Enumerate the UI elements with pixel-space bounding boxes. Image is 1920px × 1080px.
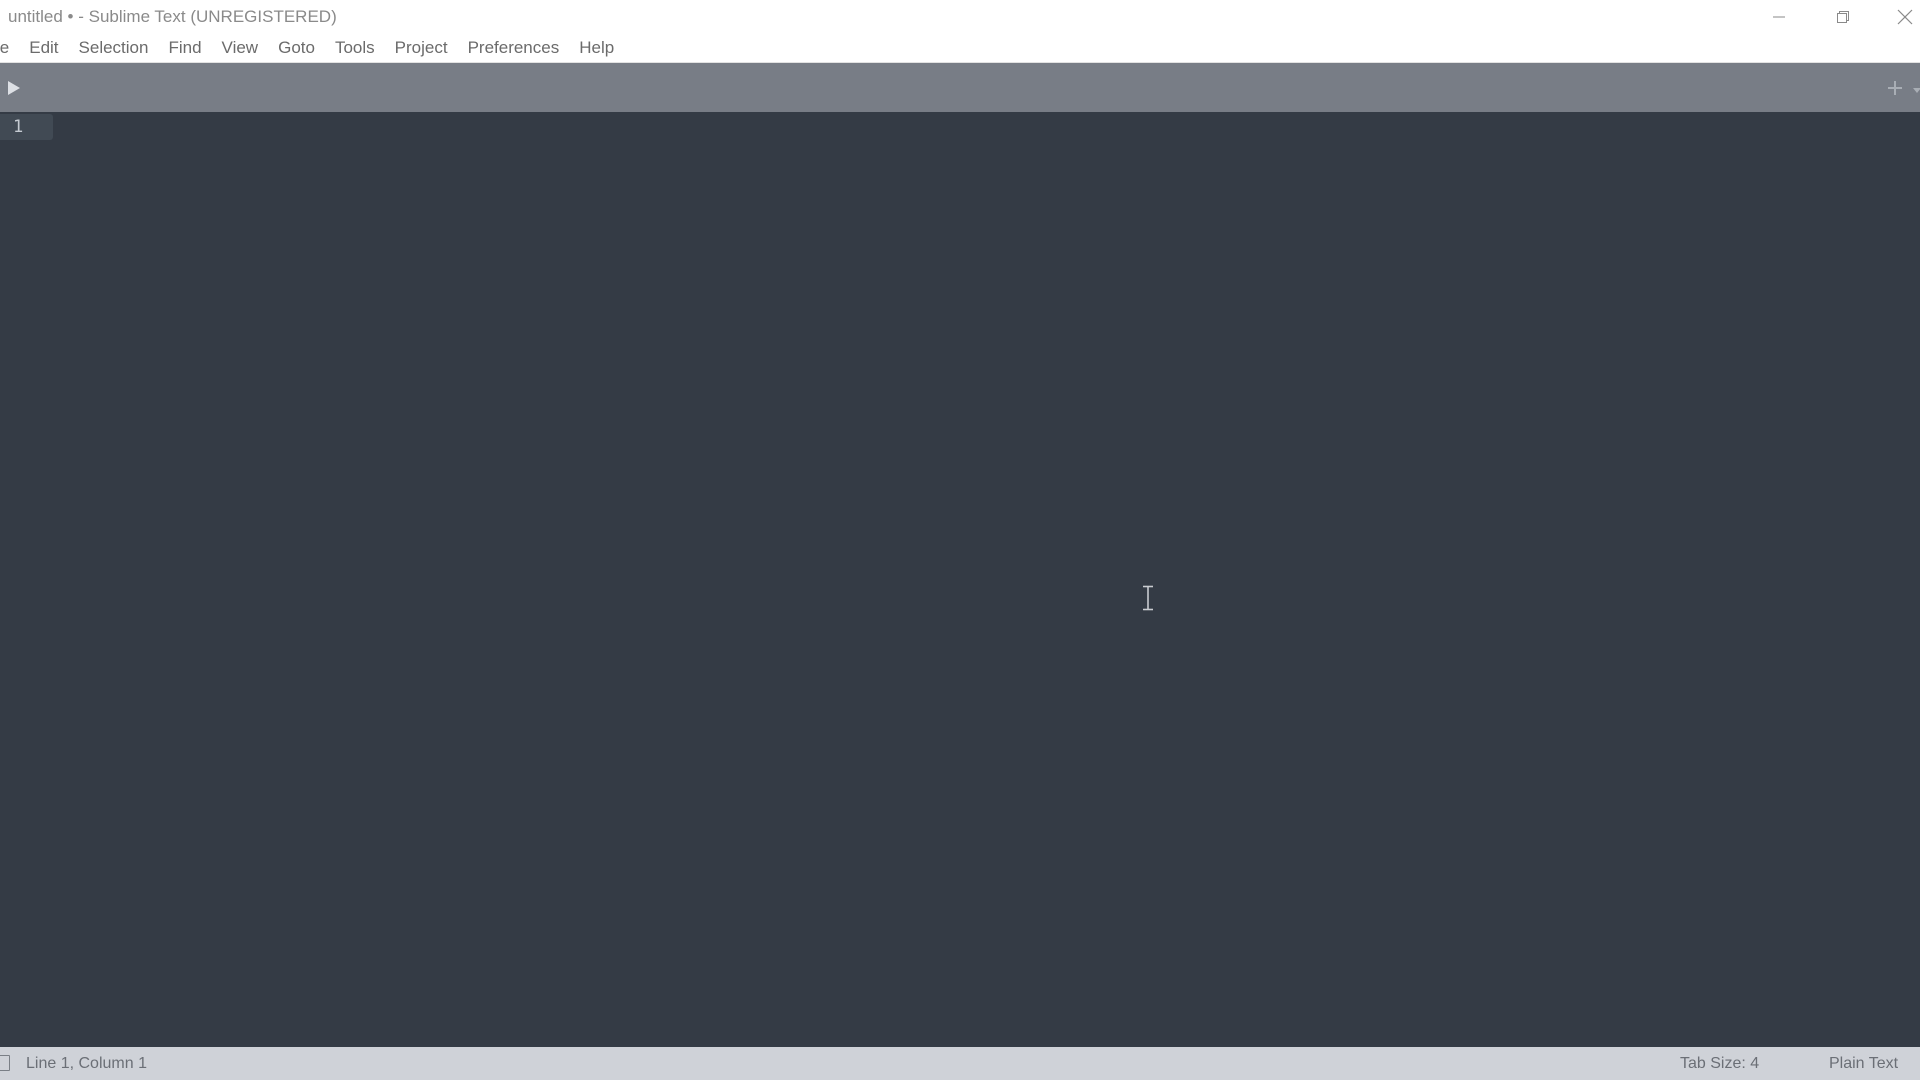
- line-number: 1: [13, 117, 24, 137]
- menu-file[interactable]: le: [0, 33, 19, 63]
- text-buffer[interactable]: [60, 112, 1920, 1047]
- menu-preferences[interactable]: Preferences: [458, 33, 570, 63]
- window-title: untitled • - Sublime Text (UNREGISTERED): [8, 7, 337, 26]
- chevron-down-icon: [1913, 88, 1920, 93]
- editor-area[interactable]: 1: [0, 112, 1920, 1047]
- sidebar-toggle-button[interactable]: [4, 78, 24, 98]
- new-tab-button[interactable]: [1886, 79, 1904, 97]
- menu-edit[interactable]: Edit: [19, 33, 68, 63]
- status-bar: Line 1, Column 1 Tab Size: 4 Plain Text: [0, 1047, 1920, 1080]
- title-bar[interactable]: untitled • - Sublime Text (UNREGISTERED): [0, 0, 1920, 33]
- tab-bar: [0, 63, 1920, 112]
- menu-view[interactable]: View: [212, 33, 269, 63]
- tab-size-selector[interactable]: Tab Size: 4: [1680, 1055, 1759, 1073]
- play-triangle-icon: [8, 81, 20, 95]
- menu-selection[interactable]: Selection: [69, 33, 159, 63]
- restore-button[interactable]: [1814, 0, 1872, 33]
- menu-help[interactable]: Help: [569, 33, 624, 63]
- menu-bar: le Edit Selection Find View Goto Tools P…: [0, 33, 1920, 63]
- menu-tools[interactable]: Tools: [325, 33, 385, 63]
- menu-goto[interactable]: Goto: [268, 33, 325, 63]
- close-button[interactable]: [1876, 0, 1920, 33]
- close-icon: [1897, 9, 1913, 24]
- menu-project[interactable]: Project: [385, 33, 458, 63]
- menu-find[interactable]: Find: [158, 33, 211, 63]
- current-line-gutter: 1: [0, 114, 53, 140]
- syntax-selector[interactable]: Plain Text: [1829, 1055, 1898, 1073]
- plus-icon: [1888, 81, 1902, 95]
- minimize-button[interactable]: [1750, 0, 1808, 33]
- tab-list-button[interactable]: [1912, 83, 1920, 93]
- restore-icon: [1837, 10, 1849, 23]
- minimize-icon: [1773, 16, 1785, 17]
- panel-toggle-icon[interactable]: [0, 1055, 10, 1071]
- cursor-position: Line 1, Column 1: [26, 1055, 147, 1072]
- ibeam-cursor-icon: [1141, 585, 1155, 611]
